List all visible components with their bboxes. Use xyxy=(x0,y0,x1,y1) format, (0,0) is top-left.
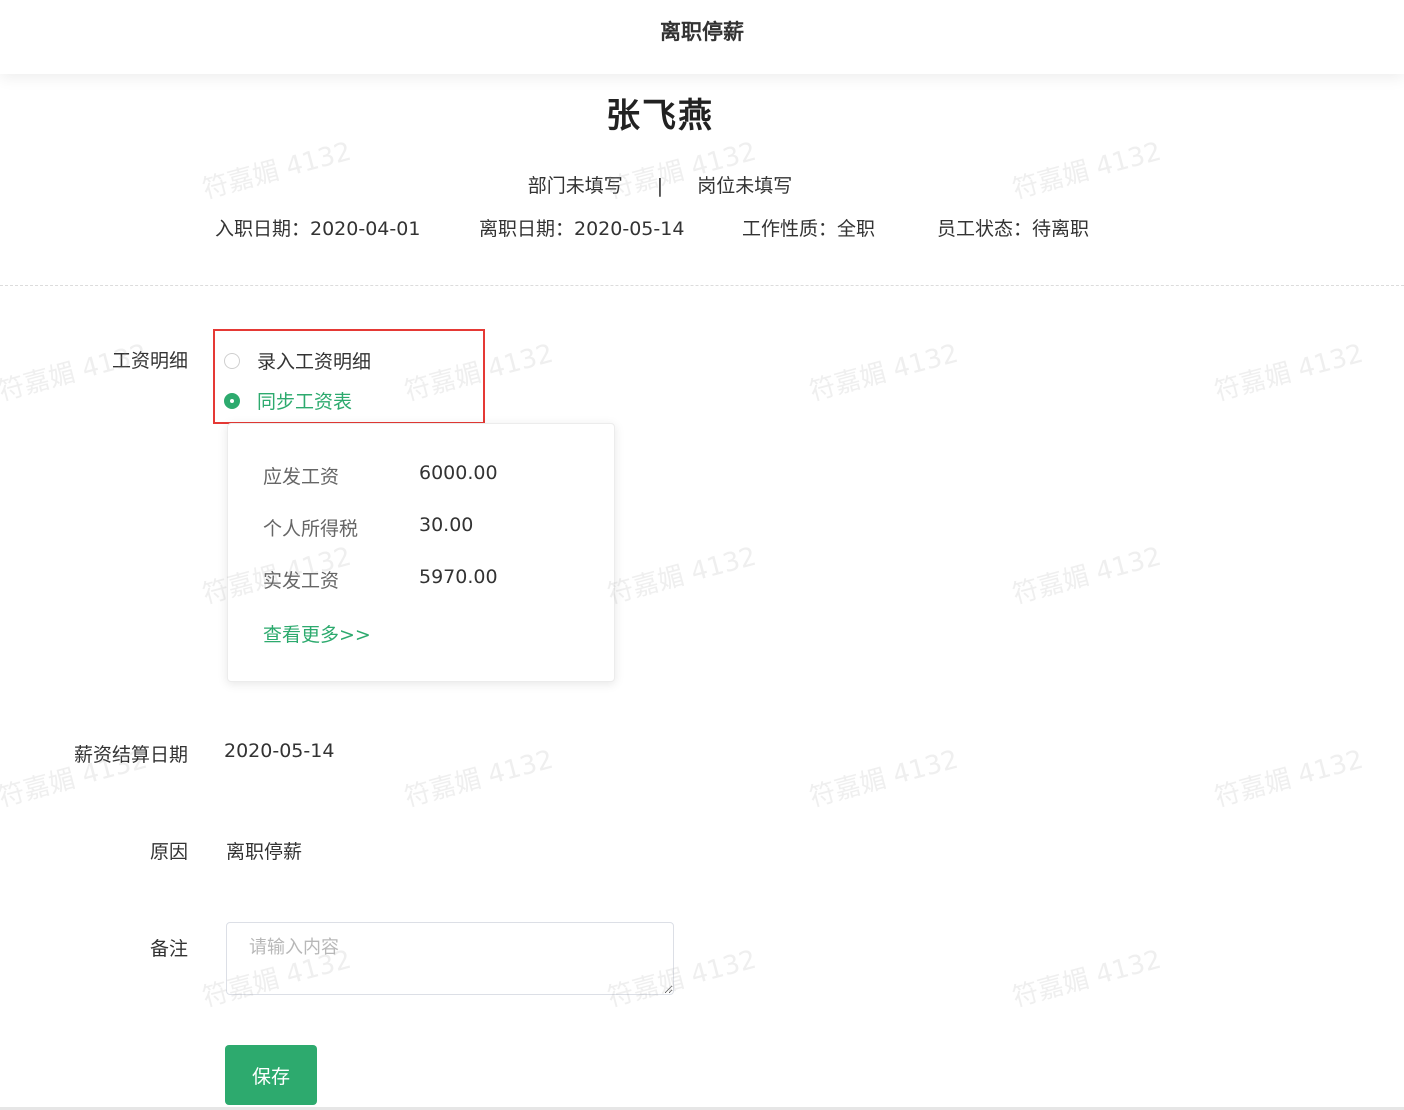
save-button[interactable]: 保存 xyxy=(225,1045,317,1105)
watermark-text: 符嘉媚 4132 xyxy=(1211,338,1367,408)
employee-status-info: 员工状态：待离职 xyxy=(937,218,1090,240)
remark-label: 备注 xyxy=(149,938,188,960)
salary-row-key: 应发工资 xyxy=(263,466,340,488)
employee-name: 张飞燕 xyxy=(606,96,714,136)
hire-date-info: 入职日期：2020-04-01 xyxy=(215,218,421,240)
watermark-text: 符嘉媚 4132 xyxy=(806,744,962,814)
separator: | xyxy=(656,175,664,197)
watermark-text: 符嘉媚 4132 xyxy=(1009,944,1165,1014)
work-type-info: 工作性质：全职 xyxy=(742,218,876,240)
watermark-text: 符嘉媚 4132 xyxy=(604,541,760,611)
department-text: 部门未填写 xyxy=(527,175,623,197)
view-more-link[interactable]: 查看更多>> xyxy=(263,620,371,647)
salary-row-key: 个人所得税 xyxy=(263,518,359,540)
salary-row-value: 30.00 xyxy=(419,514,474,536)
salary-detail-label: 工资明细 xyxy=(111,350,188,372)
radio-unchecked-icon[interactable] xyxy=(224,352,240,369)
settlement-date-label: 薪资结算日期 xyxy=(73,744,188,766)
radio-checked-icon[interactable] xyxy=(224,392,240,409)
radio-label-enter-salary-detail: 录入工资明细 xyxy=(257,351,372,373)
watermark-text: 符嘉媚 4132 xyxy=(806,338,962,408)
radio-label-sync-payroll: 同步工资表 xyxy=(257,391,353,413)
salary-row-key: 实发工资 xyxy=(263,570,340,592)
radio-sync-payroll[interactable]: 同步工资表 xyxy=(224,387,352,414)
department-position-line: 部门未填写 | 岗位未填写 xyxy=(0,171,1320,198)
salary-row-value: 5970.00 xyxy=(419,566,498,588)
top-bar: 离职停薪 xyxy=(0,0,1404,74)
watermark-text: 符嘉媚 4132 xyxy=(1211,744,1367,814)
section-divider xyxy=(0,285,1404,286)
reason-label: 原因 xyxy=(149,841,188,863)
page-title: 离职停薪 xyxy=(660,20,744,44)
settlement-date-value: 2020-05-14 xyxy=(224,740,335,762)
leave-date-info: 离职日期：2020-05-14 xyxy=(479,218,685,240)
radio-enter-salary-detail[interactable]: 录入工资明细 xyxy=(224,347,371,374)
salary-row-value: 6000.00 xyxy=(419,462,498,484)
remark-textarea[interactable] xyxy=(226,922,674,995)
salary-summary-card: 应发工资 6000.00 个人所得税 30.00 实发工资 5970.00 查看… xyxy=(227,423,615,682)
reason-value: 离职停薪 xyxy=(226,841,303,863)
watermark-text: 符嘉媚 4132 xyxy=(401,744,557,814)
position-text: 岗位未填写 xyxy=(697,175,793,197)
watermark-text: 符嘉媚 4132 xyxy=(1009,541,1165,611)
